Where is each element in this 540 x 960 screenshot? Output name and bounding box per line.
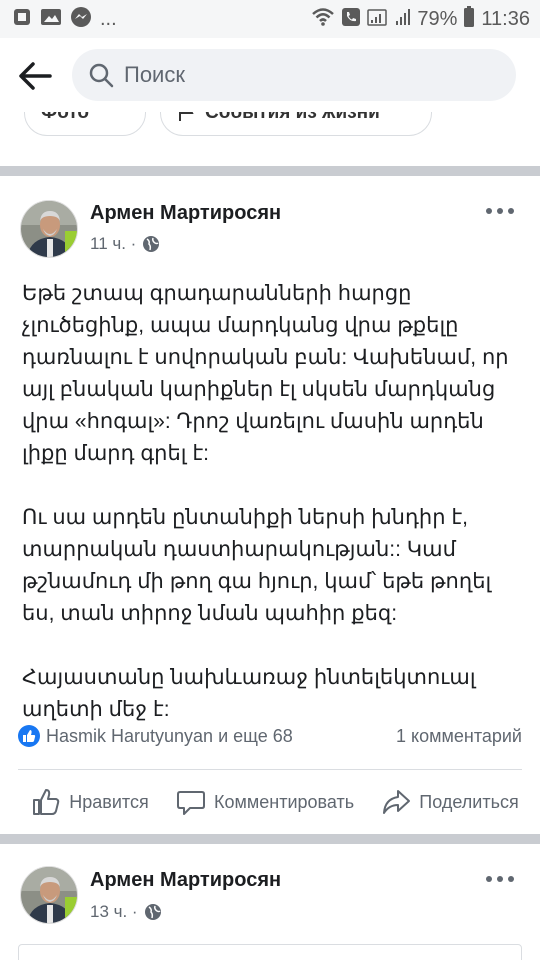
flag-icon (179, 112, 194, 121)
post-actions: Нравится Комментировать Поделиться (0, 772, 540, 832)
dot-icon (508, 208, 514, 214)
comments-count[interactable]: 1 комментарий (396, 726, 522, 747)
post-divider (18, 769, 522, 770)
post-paragraph: Հայաստանը նախևառաջ ինտելեկտուալ աղետի մե… (22, 666, 476, 721)
profile-chips-strip: Фото События из жизни (0, 112, 540, 166)
dot-icon (486, 208, 492, 214)
dot-icon (486, 876, 492, 882)
life-events-chip-label: События из жизни (205, 112, 380, 123)
like-label: Нравится (69, 791, 149, 812)
globe-icon (144, 904, 161, 920)
dot-icon (508, 876, 514, 882)
reactions-bar: Hasmik Harutyunyan и еще 68 1 комментари… (18, 722, 522, 750)
wifi-icon (311, 7, 335, 32)
post-options-button[interactable] (486, 206, 514, 216)
post-meta: 11 ч. · (90, 234, 160, 254)
notification-icon (12, 7, 32, 32)
dot-icon (497, 208, 503, 214)
comment-icon (177, 791, 205, 815)
post-time[interactable]: 13 ч. · (90, 902, 138, 922)
share-label: Поделиться (419, 791, 519, 812)
like-button[interactable]: Нравится (0, 787, 170, 817)
status-bar: ... 79% 11:36 (0, 0, 540, 38)
signal-strength-icon (395, 7, 411, 32)
thumbs-up-icon (33, 789, 60, 815)
battery-percent: 79% (417, 7, 458, 30)
call-icon (341, 7, 361, 32)
reactions-text: Hasmik Harutyunyan и еще 68 (46, 725, 293, 746)
post-paragraph: Ու սա արդեն ընտանիքի ներսի խնդիր է, տարր… (22, 506, 492, 625)
dot-icon (497, 876, 503, 882)
search-input[interactable]: Поиск (72, 49, 516, 101)
post-body: Եթե շտապ գրադարանների հարցը չլուծեցինք, … (22, 278, 522, 758)
battery-icon (463, 5, 475, 33)
feed-separator (0, 834, 540, 844)
post-author-name[interactable]: Армен Мартиросян (90, 869, 281, 892)
post-preview-box[interactable] (18, 944, 522, 960)
photo-chip[interactable]: Фото (24, 112, 146, 136)
messenger-icon (70, 6, 92, 33)
reactions-summary[interactable]: Hasmik Harutyunyan и еще 68 (18, 725, 293, 747)
photo-chip-label: Фото (41, 112, 90, 123)
post-author-name[interactable]: Армен Мартиросян (90, 202, 281, 225)
author-avatar[interactable] (20, 200, 78, 258)
arrow-left-icon (19, 62, 52, 90)
globe-icon (143, 236, 160, 252)
feed-separator (0, 166, 540, 176)
back-button[interactable] (14, 55, 56, 97)
share-icon (383, 790, 411, 814)
post-options-button[interactable] (486, 874, 514, 884)
comment-button[interactable]: Комментировать (170, 787, 360, 817)
share-button[interactable]: Поделиться (360, 787, 540, 817)
clock: 11:36 (481, 7, 530, 30)
more-notifications-text: ... (100, 7, 117, 30)
search-placeholder: Поиск (124, 62, 185, 87)
life-events-chip[interactable]: События из жизни (160, 112, 432, 136)
like-reaction-icon (18, 725, 40, 747)
search-header: Поиск (0, 38, 540, 112)
post-meta: 13 ч. · (90, 902, 162, 922)
comment-label: Комментировать (214, 792, 355, 812)
author-avatar[interactable] (20, 866, 78, 924)
post-time[interactable]: 11 ч. · (90, 234, 136, 254)
signal-icon (367, 7, 389, 32)
gallery-icon (40, 7, 62, 32)
search-icon (89, 63, 114, 88)
post-paragraph: Եթե շտապ գրադարանների հարցը չլուծեցինք, … (22, 282, 509, 465)
